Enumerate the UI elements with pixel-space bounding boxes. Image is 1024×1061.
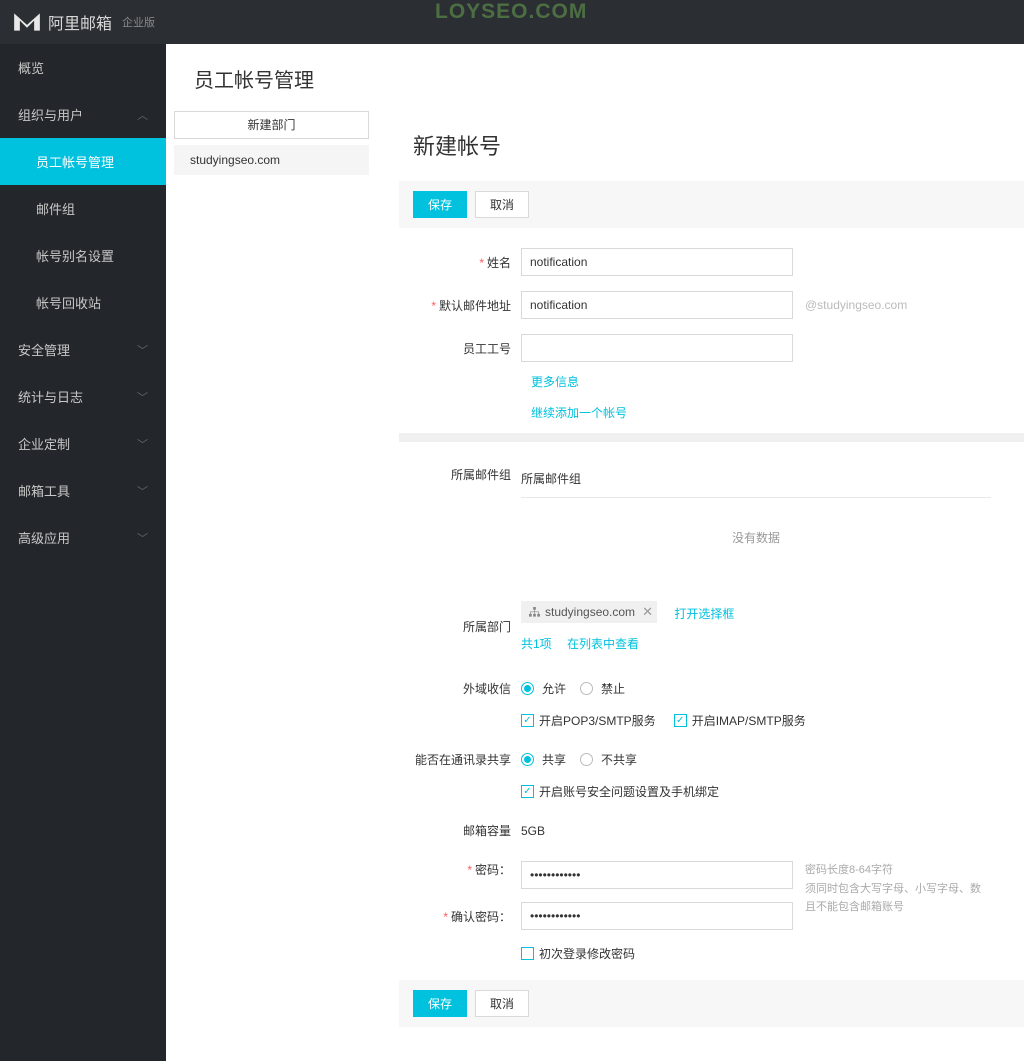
sidebar-item-advanced[interactable]: 高级应用 ﹀ xyxy=(0,514,166,561)
brand-logo: 阿里邮箱 企业版 xyxy=(12,10,155,34)
empno-label: 员工工号 xyxy=(413,340,521,357)
sidebar-item-overview[interactable]: 概览 xyxy=(0,44,166,91)
view-list-link[interactable]: 在列表中查看 xyxy=(567,637,639,651)
security-q-checkbox[interactable] xyxy=(521,785,534,798)
cancel-button[interactable]: 取消 xyxy=(475,191,529,218)
panel-title: 新建帐号 xyxy=(399,111,1024,181)
mailgroup-value: 所属邮件组 xyxy=(521,466,1010,491)
sidebar-item-mailgroup[interactable]: 邮件组 xyxy=(0,185,166,232)
sidebar-nav: 概览 组织与用户 ︿ 员工帐号管理 邮件组 帐号别名设置 帐号回收站 安全管理 … xyxy=(0,44,166,1061)
chevron-down-icon: ﹀ xyxy=(137,436,148,452)
pw-confirm-label: *确认密码： xyxy=(413,908,521,925)
email-domain-suffix: @studyingseo.com xyxy=(805,298,907,312)
pw-hint: 密码长度8-64字符 须同时包含大写字母、小写字母、数 且不能包含邮箱账号 xyxy=(805,861,981,917)
mail-logo-icon xyxy=(12,12,42,32)
chevron-down-icon: ﹀ xyxy=(137,342,148,358)
chevron-down-icon: ﹀ xyxy=(137,530,148,546)
share-yes-label: 共享 xyxy=(542,751,566,768)
forbid-label: 禁止 xyxy=(601,680,625,697)
save-button[interactable]: 保存 xyxy=(413,191,467,218)
sidebar-item-alias[interactable]: 帐号别名设置 xyxy=(0,232,166,279)
sidebar-item-security[interactable]: 安全管理 ﹀ xyxy=(0,326,166,373)
dept-label: 所属部门 xyxy=(413,618,521,635)
ext-recv-label: 外域收信 xyxy=(413,680,521,697)
pop3-label: 开启POP3/SMTP服务 xyxy=(539,712,656,729)
sidebar-item-mailtools[interactable]: 邮箱工具 ﹀ xyxy=(0,467,166,514)
security-q-label: 开启账号安全问题设置及手机绑定 xyxy=(539,783,719,800)
brand-name: 阿里邮箱 xyxy=(48,10,112,34)
capacity-label: 邮箱容量 xyxy=(413,822,521,839)
dept-tag: studyingseo.com ✕ xyxy=(521,601,657,623)
imap-checkbox[interactable] xyxy=(674,714,687,727)
allow-radio[interactable] xyxy=(521,682,534,695)
divider xyxy=(399,433,1024,442)
form-panel: 新建帐号 保存 取消 *姓名 *默认邮件地址 @study xyxy=(399,111,1024,1061)
sitemap-icon xyxy=(529,607,540,618)
new-dept-button[interactable]: 新建部门 xyxy=(174,111,369,139)
pop3-checkbox[interactable] xyxy=(521,714,534,727)
forbid-radio[interactable] xyxy=(580,682,593,695)
watermark-text: LOYSEO.COM xyxy=(435,0,587,24)
empno-input[interactable] xyxy=(521,334,793,362)
sidebar-item-recycle[interactable]: 帐号回收站 xyxy=(0,279,166,326)
dept-list-item[interactable]: studyingseo.com xyxy=(174,145,369,175)
sidebar-item-account-mgmt[interactable]: 员工帐号管理 xyxy=(0,138,166,185)
top-action-bar: 保存 取消 xyxy=(399,181,1024,228)
more-info-link[interactable]: 更多信息 xyxy=(531,373,1010,390)
share-yes-radio[interactable] xyxy=(521,753,534,766)
share-no-radio[interactable] xyxy=(580,753,593,766)
open-selector-link[interactable]: 打开选择框 xyxy=(674,607,734,621)
app-header: 阿里邮箱 企业版 LOYSEO.COM xyxy=(0,0,1024,44)
share-label: 能否在通讯录共享 xyxy=(413,751,521,768)
password-confirm-input[interactable] xyxy=(521,902,793,930)
email-label: *默认邮件地址 xyxy=(413,297,521,314)
chevron-down-icon: ﹀ xyxy=(137,389,148,405)
save-button-bottom[interactable]: 保存 xyxy=(413,990,467,1017)
bottom-action-bar: 保存 取消 xyxy=(399,980,1024,1027)
sidebar-item-stats[interactable]: 统计与日志 ﹀ xyxy=(0,373,166,420)
first-login-checkbox[interactable] xyxy=(521,947,534,960)
count-link[interactable]: 共1项 xyxy=(521,637,552,651)
sidebar-item-org-users[interactable]: 组织与用户 ︿ xyxy=(0,91,166,138)
capacity-value: 5GB xyxy=(521,824,1010,838)
password-input[interactable] xyxy=(521,861,793,889)
mailgroup-label: 所属邮件组 xyxy=(413,466,521,483)
content-panel: 员工帐号管理 新建部门 studyingseo.com 新建帐号 保存 取消 *… xyxy=(166,44,1024,1061)
cancel-button-bottom[interactable]: 取消 xyxy=(475,990,529,1017)
page-title: 员工帐号管理 xyxy=(166,44,1024,111)
add-another-link[interactable]: 继续添加一个帐号 xyxy=(531,404,1010,421)
sidebar-item-customize[interactable]: 企业定制 ﹀ xyxy=(0,420,166,467)
name-input[interactable] xyxy=(521,248,793,276)
department-column: 新建部门 studyingseo.com xyxy=(174,111,399,1061)
email-input[interactable] xyxy=(521,291,793,319)
first-login-label: 初次登录修改密码 xyxy=(539,945,635,962)
pw-label: *密码： xyxy=(413,861,521,878)
close-icon[interactable]: ✕ xyxy=(642,604,653,620)
allow-label: 允许 xyxy=(542,680,566,697)
chevron-down-icon: ﹀ xyxy=(137,483,148,499)
brand-sub: 企业版 xyxy=(122,14,155,30)
imap-label: 开启IMAP/SMTP服务 xyxy=(692,712,806,729)
mailgroup-empty-box: 没有数据 xyxy=(521,497,991,577)
share-no-label: 不共享 xyxy=(601,751,637,768)
chevron-up-icon: ︿ xyxy=(137,107,148,123)
name-label: *姓名 xyxy=(413,254,521,271)
